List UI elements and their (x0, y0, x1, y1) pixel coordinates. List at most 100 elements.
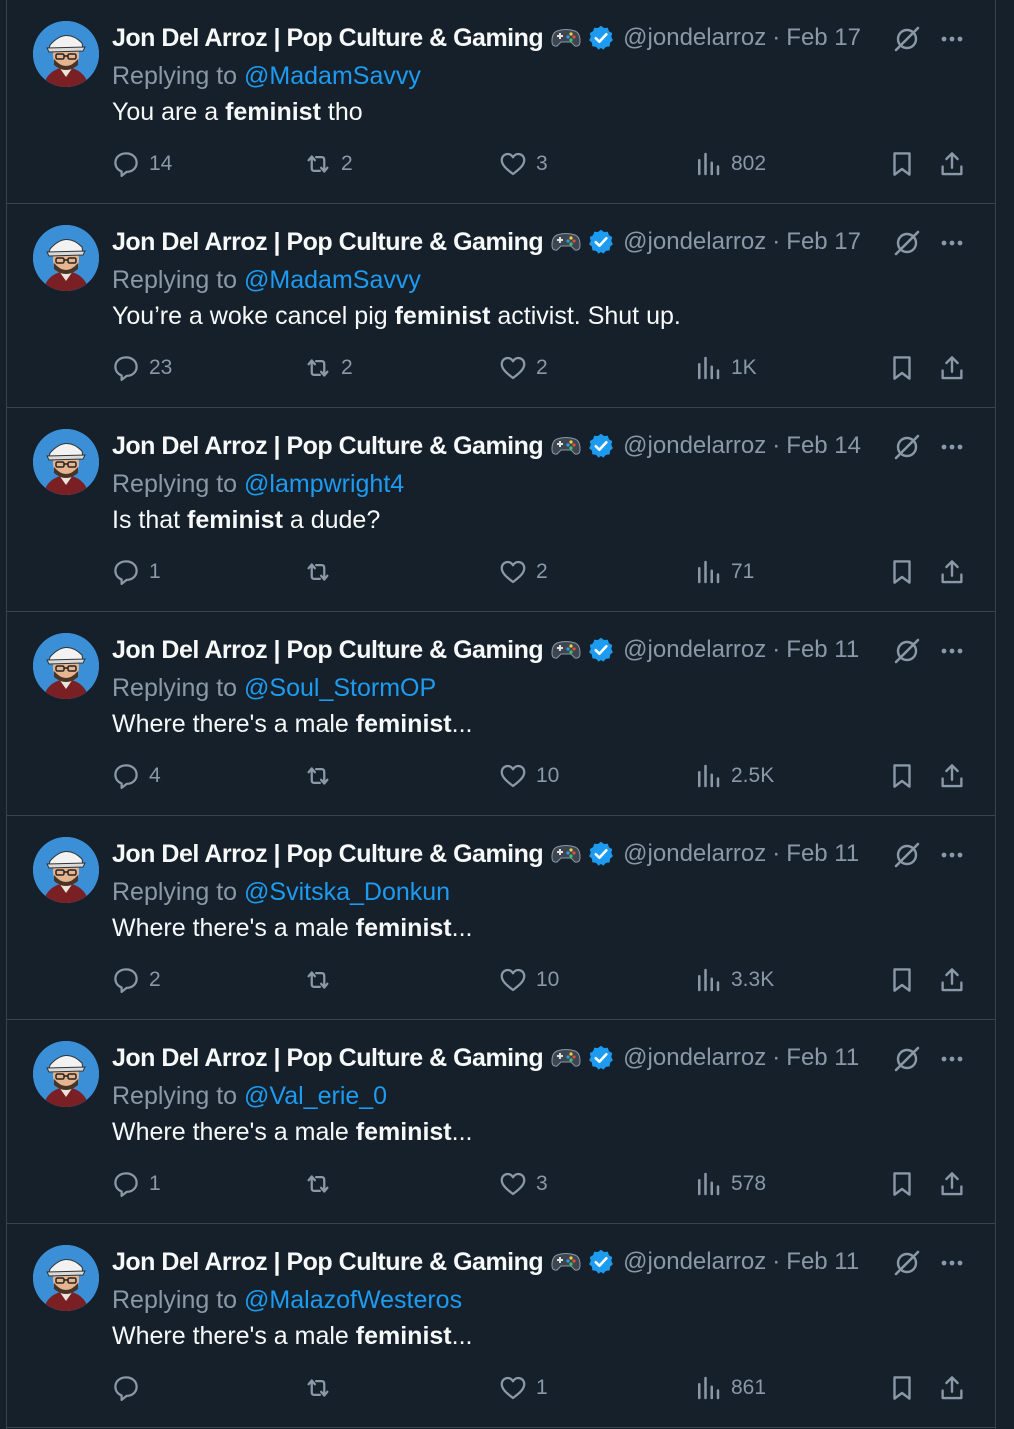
share-button[interactable] (937, 554, 967, 590)
replying-to-link[interactable]: @Svitska_Donkun (244, 878, 450, 906)
more-options-icon[interactable] (937, 26, 967, 52)
tweet-date[interactable]: Feb 14 (786, 432, 861, 460)
views-button[interactable]: 578 (693, 1166, 766, 1202)
share-button[interactable] (937, 146, 967, 182)
verified-badge-icon[interactable] (587, 1248, 615, 1276)
replying-to-link[interactable]: @Val_erie_0 (244, 1082, 387, 1110)
like-button[interactable]: 10 (498, 758, 559, 794)
reply-button[interactable]: 1 (111, 1166, 161, 1202)
author-handle[interactable]: @jondelarroz (623, 1248, 766, 1276)
verified-badge-icon[interactable] (587, 636, 615, 664)
more-options-icon[interactable] (937, 842, 967, 868)
grok-icon[interactable] (892, 24, 922, 54)
author-name[interactable]: Jon Del Arroz | Pop Culture & Gaming (112, 432, 544, 461)
author-name[interactable]: Jon Del Arroz | Pop Culture & Gaming (112, 840, 544, 869)
retweet-button[interactable] (303, 758, 341, 794)
views-button[interactable]: 861 (693, 1370, 766, 1406)
tweet-date[interactable]: Feb 11 (786, 1044, 859, 1072)
avatar[interactable] (33, 21, 99, 87)
verified-badge-icon[interactable] (587, 840, 615, 868)
like-button[interactable]: 10 (498, 962, 559, 998)
retweet-button[interactable] (303, 962, 341, 998)
more-options-icon[interactable] (937, 434, 967, 460)
avatar[interactable] (33, 837, 99, 903)
bookmark-button[interactable] (887, 554, 917, 590)
like-button[interactable]: 2 (498, 554, 548, 590)
grok-icon[interactable] (892, 1248, 922, 1278)
retweet-button[interactable]: 2 (303, 146, 353, 182)
bookmark-button[interactable] (887, 1166, 917, 1202)
tweet[interactable]: Jon Del Arroz | Pop Culture & Gaming @jo… (7, 204, 995, 408)
author-handle[interactable]: @jondelarroz (623, 24, 766, 52)
share-button[interactable] (937, 962, 967, 998)
grok-icon[interactable] (892, 1044, 922, 1074)
bookmark-button[interactable] (887, 146, 917, 182)
grok-icon[interactable] (892, 840, 922, 870)
grok-icon[interactable] (892, 228, 922, 258)
reply-button[interactable] (111, 1370, 149, 1406)
verified-badge-icon[interactable] (587, 24, 615, 52)
author-handle[interactable]: @jondelarroz (623, 432, 766, 460)
replying-to-link[interactable]: @MalazofWesteros (244, 1286, 462, 1314)
tweet[interactable]: Jon Del Arroz | Pop Culture & Gaming @jo… (7, 0, 995, 204)
reply-button[interactable]: 23 (111, 350, 172, 386)
tweet[interactable]: Jon Del Arroz | Pop Culture & Gaming @jo… (7, 1224, 995, 1428)
share-button[interactable] (937, 758, 967, 794)
avatar[interactable] (33, 1245, 99, 1311)
tweet[interactable]: Jon Del Arroz | Pop Culture & Gaming @jo… (7, 612, 995, 816)
replying-to-link[interactable]: @Soul_StormOP (244, 674, 436, 702)
bookmark-button[interactable] (887, 1370, 917, 1406)
retweet-button[interactable] (303, 554, 341, 590)
author-name[interactable]: Jon Del Arroz | Pop Culture & Gaming (112, 24, 544, 53)
author-name[interactable]: Jon Del Arroz | Pop Culture & Gaming (112, 228, 544, 257)
views-button[interactable]: 1K (693, 350, 757, 386)
author-name[interactable]: Jon Del Arroz | Pop Culture & Gaming (112, 636, 544, 665)
tweet[interactable]: Jon Del Arroz | Pop Culture & Gaming @jo… (7, 408, 995, 612)
retweet-button[interactable]: 2 (303, 350, 353, 386)
tweet-date[interactable]: Feb 11 (786, 1248, 859, 1276)
verified-badge-icon[interactable] (587, 1044, 615, 1072)
author-handle[interactable]: @jondelarroz (623, 228, 766, 256)
grok-icon[interactable] (892, 432, 922, 462)
replying-to-link[interactable]: @MadamSavvy (244, 62, 421, 90)
reply-button[interactable]: 1 (111, 554, 161, 590)
bookmark-button[interactable] (887, 758, 917, 794)
more-options-icon[interactable] (937, 1046, 967, 1072)
like-button[interactable]: 3 (498, 1166, 548, 1202)
retweet-button[interactable] (303, 1166, 341, 1202)
more-options-icon[interactable] (937, 230, 967, 256)
replying-to-link[interactable]: @lampwright4 (244, 470, 404, 498)
tweet-date[interactable]: Feb 17 (786, 24, 861, 52)
bookmark-button[interactable] (887, 962, 917, 998)
bookmark-button[interactable] (887, 350, 917, 386)
author-handle[interactable]: @jondelarroz (623, 1044, 766, 1072)
like-button[interactable]: 1 (498, 1370, 548, 1406)
share-button[interactable] (937, 1370, 967, 1406)
more-options-icon[interactable] (937, 1250, 967, 1276)
tweet[interactable]: Jon Del Arroz | Pop Culture & Gaming @jo… (7, 816, 995, 1020)
tweet-date[interactable]: Feb 17 (786, 228, 861, 256)
retweet-button[interactable] (303, 1370, 341, 1406)
views-button[interactable]: 802 (693, 146, 766, 182)
views-button[interactable]: 71 (693, 554, 754, 590)
views-button[interactable]: 2.5K (693, 758, 774, 794)
author-handle[interactable]: @jondelarroz (623, 840, 766, 868)
verified-badge-icon[interactable] (587, 432, 615, 460)
author-name[interactable]: Jon Del Arroz | Pop Culture & Gaming (112, 1044, 544, 1073)
author-handle[interactable]: @jondelarroz (623, 636, 766, 664)
reply-button[interactable]: 14 (111, 146, 172, 182)
like-button[interactable]: 3 (498, 146, 548, 182)
replying-to-link[interactable]: @MadamSavvy (244, 266, 421, 294)
tweet[interactable]: Jon Del Arroz | Pop Culture & Gaming @jo… (7, 1020, 995, 1224)
avatar[interactable] (33, 225, 99, 291)
share-button[interactable] (937, 350, 967, 386)
avatar[interactable] (33, 1041, 99, 1107)
grok-icon[interactable] (892, 636, 922, 666)
author-name[interactable]: Jon Del Arroz | Pop Culture & Gaming (112, 1248, 544, 1277)
tweet-date[interactable]: Feb 11 (786, 636, 859, 664)
reply-button[interactable]: 4 (111, 758, 161, 794)
like-button[interactable]: 2 (498, 350, 548, 386)
tweet-date[interactable]: Feb 11 (786, 840, 859, 868)
avatar[interactable] (33, 633, 99, 699)
views-button[interactable]: 3.3K (693, 962, 774, 998)
